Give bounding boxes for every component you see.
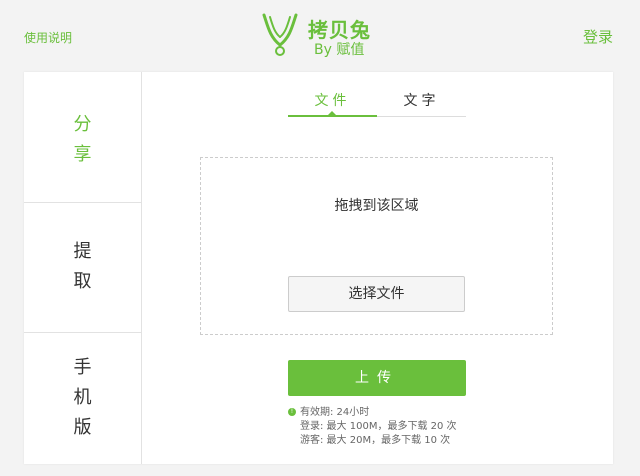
- sidebar-item-fetch[interactable]: 提 取: [24, 202, 141, 332]
- upload-button[interactable]: 上传: [288, 360, 466, 396]
- info-line: 有效期: 24小时: [300, 407, 370, 418]
- sidebar-item-label: 享: [73, 144, 92, 165]
- file-drop-zone[interactable]: 拖拽到该区域 选择文件: [200, 157, 553, 335]
- rabbit-ears-icon: [262, 13, 298, 56]
- logo[interactable]: 拷贝兔 By 赋值: [258, 9, 388, 59]
- sidebar-item-label: 分: [73, 114, 92, 135]
- sidebar-item-share[interactable]: 分 享: [24, 110, 141, 170]
- tab-text[interactable]: 文字: [377, 90, 466, 116]
- choose-file-button[interactable]: 选择文件: [288, 276, 465, 312]
- tab-bar: 文件 文字: [288, 90, 466, 117]
- sidebar-item-label: 机: [73, 387, 92, 408]
- info-line: 登录: 最大 100M，最多下载 20 次: [300, 421, 457, 432]
- brand-subtitle: By 赋值: [314, 42, 365, 58]
- upload-limits-info: ! 有效期: 24小时 登录: 最大 100M，最多下载 20 次 游客: 最大…: [288, 406, 457, 448]
- top-bar: 使用说明 拷贝兔 By 赋值 登录: [0, 0, 640, 70]
- sidebar-item-label: 版: [73, 417, 92, 438]
- drop-hint: 拖拽到该区域: [334, 198, 419, 214]
- sidebar-item-label: 提: [73, 241, 92, 262]
- info-icon: !: [288, 408, 296, 416]
- info-line: 游客: 最大 20M，最多下载 10 次: [300, 435, 451, 446]
- login-link[interactable]: 登录: [583, 26, 613, 47]
- sidebar-item-label: 手: [73, 357, 92, 378]
- main-panel: 分 享 提 取 手 机 版 文件 文字 拖拽到该区域 选择文件 上传 ! 有效期…: [24, 72, 613, 464]
- side-nav: 分 享 提 取 手 机 版: [24, 72, 142, 464]
- sidebar-item-label: 取: [73, 271, 92, 292]
- sidebar-item-mobile[interactable]: 手 机 版: [24, 332, 141, 464]
- active-tab-caret-icon: [328, 111, 336, 115]
- help-link[interactable]: 使用说明: [24, 29, 72, 46]
